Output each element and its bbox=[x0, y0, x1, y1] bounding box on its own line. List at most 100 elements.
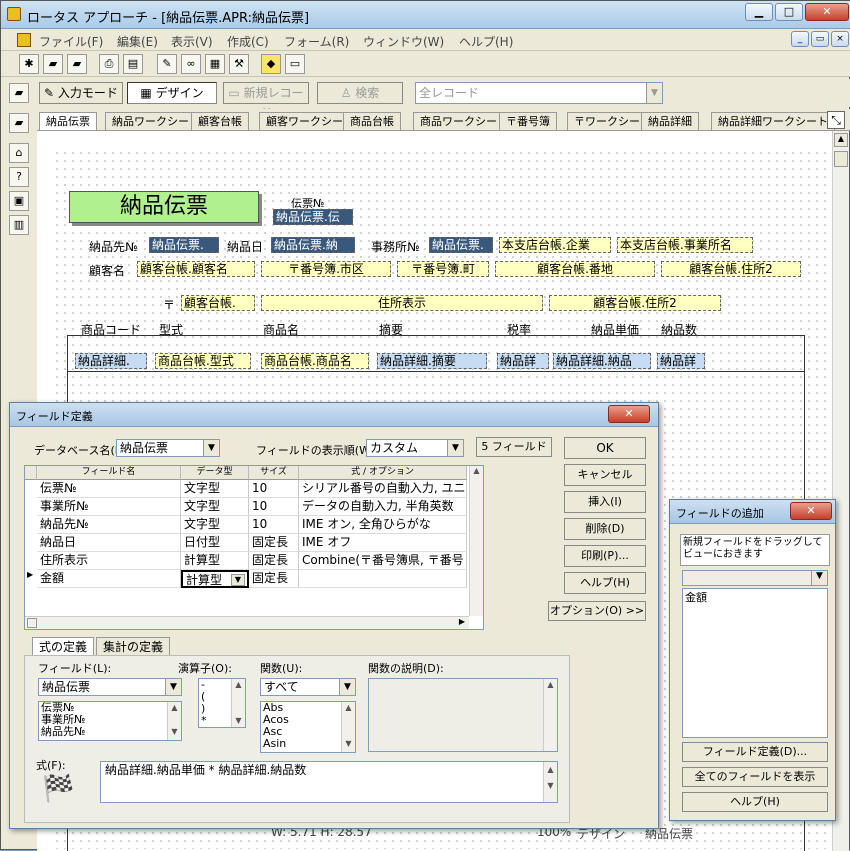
row-field-tax[interactable]: 納品詳 bbox=[497, 353, 549, 369]
row-field-price[interactable]: 納品詳細.納品 bbox=[553, 353, 651, 369]
pen-icon[interactable]: ✎ bbox=[157, 54, 177, 74]
tab-6[interactable]: 〒番号簿 bbox=[499, 112, 557, 130]
input-mode-button[interactable]: ✎ 入力モード bbox=[39, 82, 123, 104]
scroll-up-icon[interactable]: ▲ bbox=[834, 133, 848, 147]
tools-icon[interactable]: ⚒ bbox=[229, 54, 249, 74]
town-field[interactable]: 〒番号簿.町 bbox=[397, 261, 489, 277]
grid-cell[interactable]: IME オフ bbox=[299, 534, 467, 552]
row-field-code[interactable]: 納品詳細. bbox=[75, 353, 147, 369]
folder-icon[interactable]: ▰ bbox=[9, 113, 29, 133]
delete-button[interactable]: 削除(D) bbox=[564, 518, 646, 540]
chevron-down-icon[interactable]: ▼ bbox=[447, 440, 463, 456]
design-button[interactable]: ▦ デザイン bbox=[127, 82, 217, 104]
pref-field[interactable]: 〒番号簿.市区 bbox=[261, 261, 391, 277]
grid-cell[interactable]: 文字型 bbox=[181, 498, 249, 516]
close-button[interactable]: ✕ bbox=[805, 3, 849, 21]
grid-cell[interactable]: 固定長 bbox=[249, 552, 299, 570]
grid-hscroll[interactable]: ▶ bbox=[25, 616, 469, 629]
row-field-model[interactable]: 商品台帳.型式 bbox=[155, 353, 251, 369]
grid-cell[interactable]: 納品先№ bbox=[37, 516, 181, 534]
grid-cell[interactable]: 日付型 bbox=[181, 534, 249, 552]
order-combo[interactable]: カスタム ▼ bbox=[366, 439, 464, 457]
field-listbox[interactable]: 伝票№ 事業所№ 納品先№ ▲ ▼ bbox=[38, 701, 182, 741]
home-icon[interactable]: ⌂ bbox=[9, 143, 29, 163]
field-grid[interactable]: フィールド名 データ型 サイズ 式 / オプション 伝票№ 文字型 10 シリア… bbox=[24, 465, 484, 630]
grid-cell[interactable]: 10 bbox=[249, 498, 299, 516]
grid-cell[interactable]: 計算型 bbox=[181, 552, 249, 570]
new-record-button[interactable]: ▭ 新規レコード bbox=[223, 82, 309, 120]
grid-cell[interactable]: 固定長 bbox=[249, 570, 299, 588]
addr2-field[interactable]: 顧客台帳.住所2 bbox=[661, 261, 801, 277]
row-field-qty[interactable]: 納品詳 bbox=[657, 353, 705, 369]
checkered-flag-icon[interactable]: 🏁 bbox=[42, 773, 74, 805]
add-field-list[interactable]: 金額 bbox=[682, 588, 828, 738]
grid-cell[interactable]: 金額 bbox=[37, 570, 181, 588]
help-icon[interactable]: ? bbox=[9, 167, 29, 187]
menu-help[interactable]: ヘルプ(H) bbox=[459, 33, 513, 50]
options-button[interactable]: オプション(O) >> bbox=[548, 601, 646, 621]
add-field-close-button[interactable]: ✕ bbox=[790, 502, 832, 520]
cancel-button[interactable]: キャンセル bbox=[564, 464, 646, 486]
child-close-button[interactable]: × bbox=[831, 31, 849, 47]
function-combo[interactable]: すべて ▼ bbox=[260, 678, 356, 696]
grid-cell[interactable]: Combine(〒番号簿県, 〒番号 bbox=[299, 552, 467, 570]
grid-cell[interactable]: データの自動入力, 半角英数 bbox=[299, 498, 467, 516]
grid-cell[interactable]: 10 bbox=[249, 480, 299, 498]
tab-4[interactable]: 商品台帳 bbox=[343, 112, 401, 130]
doc-icon[interactable] bbox=[17, 33, 31, 47]
branch-company-field[interactable]: 本支店台帳.企業 bbox=[499, 237, 611, 253]
scroll-right-icon[interactable]: ▶ bbox=[459, 617, 465, 626]
slip-no-field[interactable]: 納品伝票.伝 bbox=[273, 209, 353, 225]
menu-create[interactable]: 作成(C) bbox=[227, 33, 269, 50]
browse-icon[interactable]: ▰ bbox=[9, 83, 29, 103]
text-icon[interactable]: ∞ bbox=[181, 54, 201, 74]
tab-8[interactable]: 納品詳細 bbox=[641, 112, 699, 130]
form-title[interactable]: 納品伝票 bbox=[69, 191, 259, 223]
print-button[interactable]: 印刷(P)... bbox=[564, 545, 646, 567]
grid-cell[interactable]: 事業所№ bbox=[37, 498, 181, 516]
field-combo[interactable]: 納品伝票 ▼ bbox=[38, 678, 182, 696]
dest-field[interactable]: 納品伝票. bbox=[149, 237, 219, 253]
records-combo[interactable]: 全レコード ▼ bbox=[415, 82, 663, 104]
subtab-summary[interactable]: 集計の定義 bbox=[96, 637, 171, 655]
office-field[interactable]: 納品伝票. bbox=[429, 237, 493, 253]
maximize-button[interactable]: □ bbox=[775, 3, 803, 21]
row-field-name[interactable]: 商品台帳.商品名 bbox=[261, 353, 369, 369]
formula-input[interactable]: 納品詳細.納品単価 * 納品詳細.納品数 ▲ ▼ bbox=[100, 761, 558, 803]
minimize-button[interactable]: ▁ bbox=[745, 3, 773, 21]
app-icon[interactable] bbox=[7, 7, 21, 21]
operator-scroll[interactable]: ▲ ▼ bbox=[231, 679, 245, 727]
tab-9[interactable]: 納品詳細ワークシート bbox=[711, 112, 835, 130]
preview-icon[interactable]: ▤ bbox=[123, 54, 143, 74]
chevron-down-icon[interactable]: ▼ bbox=[203, 440, 219, 456]
subtab-formula[interactable]: 式の定義 bbox=[32, 637, 95, 655]
chevron-down-icon[interactable]: ▼ bbox=[646, 83, 662, 103]
grid-vscroll[interactable]: ▲ bbox=[469, 466, 483, 616]
insert-button[interactable]: 挿入(I) bbox=[564, 491, 646, 513]
child-minimize-button[interactable]: _ bbox=[791, 31, 809, 47]
grid-cell[interactable]: 固定長 bbox=[249, 534, 299, 552]
menu-edit[interactable]: 編集(E) bbox=[117, 33, 158, 50]
field-list-scroll[interactable]: ▲ ▼ bbox=[167, 702, 181, 740]
search-button[interactable]: ♙ 検索 bbox=[317, 82, 403, 104]
chevron-down-icon[interactable]: ▼ bbox=[231, 574, 245, 586]
row-field-summary[interactable]: 納品詳細.摘要 bbox=[377, 353, 487, 369]
date-field[interactable]: 納品伝票.納 bbox=[271, 237, 355, 253]
zip-field[interactable]: 顧客台帳. bbox=[181, 295, 255, 311]
open-file-icon[interactable]: ▰ bbox=[43, 54, 63, 74]
grid-cell[interactable]: 10 bbox=[249, 516, 299, 534]
customer-field[interactable]: 顧客台帳.顧客名 bbox=[137, 261, 255, 277]
function-listbox[interactable]: Abs Acos Asc Asin ▲ ▼ bbox=[260, 701, 356, 753]
menu-file[interactable]: ファイル(F) bbox=[39, 33, 103, 50]
grid-cell[interactable]: 納品日 bbox=[37, 534, 181, 552]
add-field-help-button[interactable]: ヘルプ(H) bbox=[682, 792, 828, 812]
help-button[interactable]: ヘルプ(H) bbox=[564, 572, 646, 594]
operator-listbox[interactable]: - ( ) * ▲ ▼ bbox=[198, 678, 246, 728]
list-item[interactable]: 金額 bbox=[685, 591, 825, 605]
chevron-down-icon[interactable]: ▼ bbox=[165, 679, 181, 695]
field-define-button[interactable]: フィールド定義(D)... bbox=[682, 742, 828, 762]
branch-office-field[interactable]: 本支店台帳.事業所名 bbox=[617, 237, 753, 253]
save-file-icon[interactable]: ▰ bbox=[67, 54, 87, 74]
menu-form[interactable]: フォーム(R) bbox=[284, 33, 349, 50]
tab-0[interactable]: 納品伝票 bbox=[39, 112, 97, 130]
